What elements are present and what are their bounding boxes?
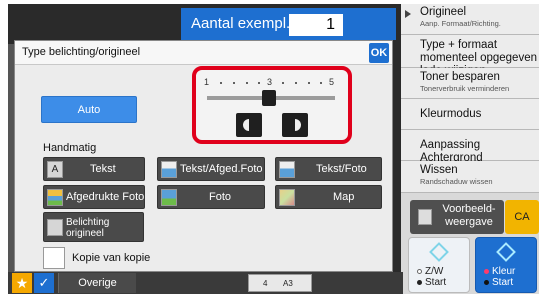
text-a-icon: A [47,161,63,178]
tray-number: 4 [263,279,268,288]
mode-tekst-button[interactable]: A Tekst [43,157,145,181]
rp-item-label: Kleurmodus [420,108,482,120]
scale-dot [233,82,235,84]
bottom-bar: ★ ✓ Overige 4 A3 [8,272,403,294]
scale-dot [295,82,297,84]
mode-label: Tekst [90,163,116,175]
scale-label-min: 1 [204,77,210,87]
rp-item-label: Origineel [420,6,467,18]
rp-item-label: Toner besparen [420,71,500,83]
mode-label: Tekst/Afged.Foto [180,163,263,175]
bw-start-label: Z/W Start [425,266,446,288]
paper-tray-indicator: 4 A3 [248,274,312,292]
mode-afgedrukte-foto-button[interactable]: Afgedrukte Foto [43,185,145,209]
mode-label: Tekst/Foto [316,163,367,175]
preview-button[interactable]: Voorbeeld-weergave [410,200,504,234]
handmatig-label: Handmatig [43,142,97,154]
color-indicator-icon [484,269,489,274]
map-icon [279,189,295,206]
copier-screen: Aantal exempl. 1 Origineel Aanp. Formaat… [8,4,539,294]
preview-label: Voorbeeld-weergave [442,203,496,228]
copies-input[interactable]: 1 [289,14,343,36]
exposure-dialog: Type belichting/origineel OK 1 3 5 Auto [14,40,393,272]
belichting-label: Belichting origineel [66,217,110,239]
printed-photo-icon [47,189,63,206]
rp-item-sub: Tonerverbruik verminderen [420,84,510,93]
overige-button[interactable]: Overige [58,273,136,293]
mode-label: Afgedrukte Foto [66,191,145,203]
tray-size: A3 [283,279,293,288]
bw-indicator-icon [417,269,422,274]
scale-dot [258,82,260,84]
preview-icon [418,209,432,225]
text-photo-icon [279,161,295,178]
color-start-button[interactable]: Kleur Start [475,237,537,293]
check-icon[interactable]: ✓ [34,273,54,293]
rp-item-sub: Aanp. Formaat/Richting. [420,19,501,28]
scale-dot [320,82,322,84]
dialog-title: Type belichting/origineel [22,46,141,58]
exposure-slider-thumb[interactable] [262,90,276,106]
mode-map-button[interactable]: Map [275,185,382,209]
start-diamond-icon [496,242,516,262]
bw-dot-icon [417,280,422,285]
color-start-line2: Start [492,277,514,288]
copies-bar: Aantal exempl. 1 [181,8,396,40]
auto-button[interactable]: Auto [41,96,137,123]
bw-start-button[interactable]: Z/W Start [408,237,470,293]
ok-button[interactable]: OK [369,43,389,63]
star-icon[interactable]: ★ [12,273,32,293]
color-dot-icon [484,280,489,285]
mode-label: Foto [209,191,232,203]
lighter-icon [243,119,249,131]
bw-start-line2: Start [425,277,447,288]
dialog-header: Type belichting/origineel OK [15,41,392,65]
rp-item-label: Wissen [420,164,458,176]
scale-dot [308,82,310,84]
rp-item-aanpassing-achtergrond[interactable]: Aanpassing Achtergrond [401,130,539,164]
belichting-origineel-button[interactable]: Belichting origineel [43,212,144,242]
rp-item-sub: Randschaduw wissen [420,177,493,186]
document-icon [47,219,63,236]
color-start-line1: Kleur [492,266,516,277]
scale-dot [246,82,248,84]
color-start-label: Kleur Start [492,266,515,288]
exposure-adjust-panel: 1 3 5 [192,66,352,144]
play-arrow-icon [405,10,411,18]
mode-label: Map [333,191,355,203]
mode-tekst-foto-button[interactable]: Tekst/Foto [275,157,382,181]
bw-start-line1: Z/W [425,266,444,277]
lighter-button[interactable] [236,113,262,137]
scale-label-max: 5 [329,77,335,87]
mode-foto-button[interactable]: Foto [157,185,265,209]
photo-icon [161,189,177,206]
rp-item-type-formaat[interactable]: Type + formaat momenteel opgegeven lade … [401,35,539,77]
start-diamond-icon [429,242,449,262]
copies-label: Aantal exempl. [191,15,291,32]
darker-icon [295,119,301,131]
rp-item-wissen[interactable]: Wissen Randschaduw wissen [401,161,539,193]
rp-item-origineel[interactable]: Origineel Aanp. Formaat/Richting. [401,4,539,35]
kopie-van-kopie-label: Kopie van kopie [72,252,151,264]
rp-item-toner-besparen[interactable]: Toner besparen Tonerverbruik verminderen [401,68,539,99]
scale-dot [282,82,284,84]
darker-button[interactable] [282,113,308,137]
clear-all-button[interactable]: CA [505,200,539,234]
scale-dot [220,82,222,84]
text-printed-photo-icon [161,161,177,178]
kopie-van-kopie-checkbox[interactable] [43,247,65,269]
mode-tekst-afged-foto-button[interactable]: Tekst/Afged.Foto [157,157,265,181]
rp-item-kleurmodus[interactable]: Kleurmodus [401,99,539,130]
scale-label-mid: 3 [267,77,273,87]
